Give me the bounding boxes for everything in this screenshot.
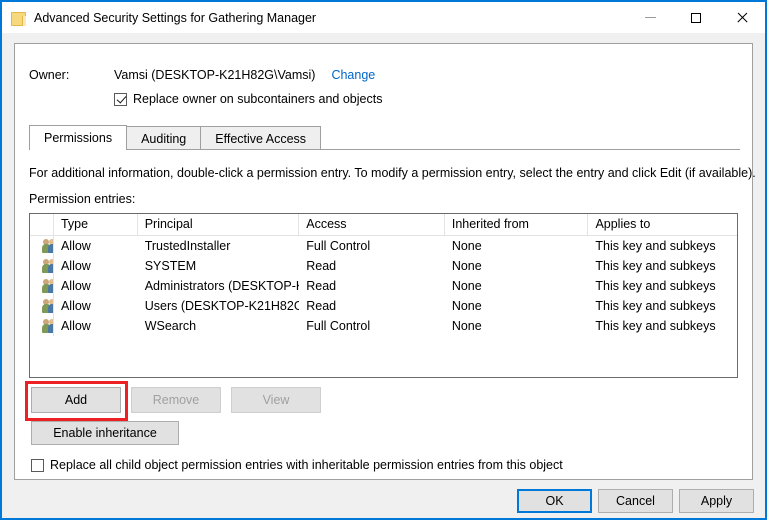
replace-child-permissions-checkbox[interactable]: Replace all child object permission entr… [31, 458, 563, 472]
tab-permissions[interactable]: Permissions [29, 125, 128, 150]
column-header-icon[interactable] [30, 214, 54, 235]
cell-access: Read [306, 259, 337, 273]
table-row[interactable]: Allow TrustedInstaller Full Control None… [30, 236, 737, 256]
cell-type: Allow [60, 259, 91, 273]
cell-type: Allow [60, 299, 91, 313]
cell-access: Full Control [306, 239, 371, 253]
owner-label: Owner: [29, 68, 70, 82]
column-header-applies-to[interactable]: Applies to [588, 214, 737, 235]
minimize-icon [644, 17, 656, 18]
column-header-access[interactable]: Access [299, 214, 445, 235]
replace-owner-checkbox-label: Replace owner on subcontainers and objec… [133, 92, 383, 106]
cell-type: Allow [60, 279, 91, 293]
tab-permissions-label: Permissions [44, 131, 113, 145]
title-bar: Advanced Security Settings for Gathering… [2, 2, 765, 33]
table-row[interactable]: Allow Administrators (DESKTOP-K21... Rea… [30, 276, 737, 296]
tab-underline [29, 149, 740, 150]
cell-access: Read [306, 299, 337, 313]
cell-type: Allow [60, 239, 91, 253]
cell-applies-to: This key and subkeys [595, 299, 716, 313]
folder-icon [10, 10, 26, 26]
ok-button[interactable]: OK [517, 489, 592, 513]
info-text: For additional information, double-click… [29, 166, 756, 180]
column-header-inherited-from[interactable]: Inherited from [445, 214, 589, 235]
window-controls [627, 2, 765, 33]
cell-access: Read [306, 279, 337, 293]
cell-applies-to: This key and subkeys [595, 259, 716, 273]
row-icon-cell [30, 276, 54, 296]
owner-value: Vamsi (DESKTOP-K21H82G\Vamsi) [114, 68, 316, 82]
cell-applies-to: This key and subkeys [595, 239, 716, 253]
replace-child-permissions-checkbox-label: Replace all child object permission entr… [50, 458, 563, 472]
replace-owner-checkbox-box[interactable] [114, 92, 127, 106]
column-header-type[interactable]: Type [54, 214, 138, 235]
minimize-button[interactable] [627, 2, 673, 33]
row-icon-cell [30, 256, 54, 276]
cell-principal: SYSTEM [144, 259, 197, 273]
tab-auditing[interactable]: Auditing [126, 126, 202, 150]
cancel-button[interactable]: Cancel [598, 489, 673, 513]
list-header: Type Principal Access Inherited from App… [30, 214, 737, 236]
maximize-icon [691, 12, 701, 23]
cell-applies-to: This key and subkeys [595, 279, 716, 293]
view-button: View [231, 387, 321, 413]
row-icon-cell [30, 236, 54, 256]
table-row[interactable]: Allow Users (DESKTOP-K21H82G\Us... Read … [30, 296, 737, 316]
tab-effective-access[interactable]: Effective Access [200, 126, 322, 150]
tab-strip: Permissions Auditing Effective Access [29, 125, 740, 150]
tab-effective-access-label: Effective Access [215, 131, 307, 146]
cell-type: Allow [60, 319, 91, 333]
close-button[interactable] [719, 2, 765, 33]
table-row[interactable]: Allow WSearch Full Control None This key… [30, 316, 737, 336]
cell-principal: WSearch [144, 319, 197, 333]
cell-inherited-from: None [451, 319, 482, 333]
maximize-button[interactable] [673, 2, 719, 33]
cell-principal: Users (DESKTOP-K21H82G\Us... [144, 299, 300, 313]
owner-row: Owner: Vamsi (DESKTOP-K21H82G\Vamsi) Cha… [29, 68, 375, 82]
cell-principal: Administrators (DESKTOP-K21... [144, 279, 300, 293]
cell-principal: TrustedInstaller [144, 239, 231, 253]
tab-auditing-label: Auditing [141, 131, 187, 146]
window-title: Advanced Security Settings for Gathering… [34, 10, 317, 25]
cell-inherited-from: None [451, 259, 482, 273]
remove-button: Remove [131, 387, 221, 413]
permission-entries-list[interactable]: Type Principal Access Inherited from App… [29, 213, 738, 378]
dialog-footer: OK Cancel Apply [2, 480, 765, 518]
cell-access: Full Control [306, 319, 371, 333]
cell-applies-to: This key and subkeys [595, 319, 716, 333]
permission-entries-label: Permission entries: [29, 192, 136, 206]
row-icon-cell [30, 316, 54, 336]
cell-inherited-from: None [451, 299, 482, 313]
add-button[interactable]: Add [31, 387, 121, 413]
content-panel: Owner: Vamsi (DESKTOP-K21H82G\Vamsi) Cha… [14, 43, 756, 480]
enable-inheritance-button[interactable]: Enable inheritance [31, 421, 179, 445]
change-owner-link[interactable]: Change [331, 68, 375, 82]
table-row[interactable]: Allow SYSTEM Read None This key and subk… [30, 256, 737, 276]
cell-inherited-from: None [451, 279, 482, 293]
cell-inherited-from: None [451, 239, 482, 253]
list-body: Allow TrustedInstaller Full Control None… [30, 236, 737, 336]
replace-child-permissions-checkbox-box[interactable] [31, 458, 44, 472]
apply-button[interactable]: Apply [679, 489, 754, 513]
column-header-principal[interactable]: Principal [138, 214, 300, 235]
row-icon-cell [30, 296, 54, 316]
close-icon [736, 12, 748, 24]
dialog-window: Advanced Security Settings for Gathering… [0, 0, 767, 520]
replace-owner-checkbox[interactable]: Replace owner on subcontainers and objec… [114, 92, 382, 106]
